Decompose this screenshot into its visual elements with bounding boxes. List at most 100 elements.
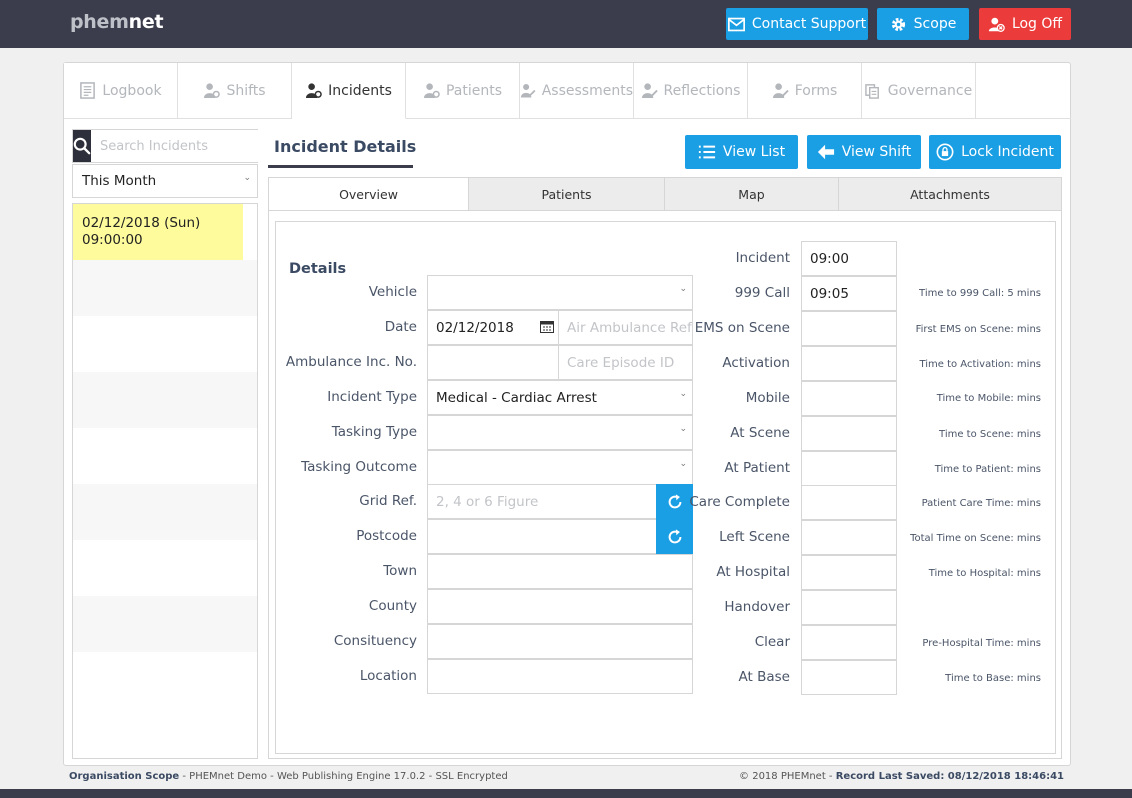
module-tabs: Logbook Shifts Incidents Patients Assess… — [64, 63, 976, 119]
duration-care-complete: Patient Care Time: mins — [921, 498, 1041, 509]
tasking-outcome-label: Tasking Outcome — [301, 459, 417, 475]
tab-governance[interactable]: Governance — [862, 63, 976, 119]
contact-support-button[interactable]: Contact Support — [726, 8, 868, 40]
date-field[interactable]: 02/12/2018 — [427, 310, 559, 345]
tab-label: Incidents — [328, 82, 392, 99]
postcode-label: Postcode — [356, 528, 417, 544]
envelope-icon — [727, 17, 745, 31]
tab-incidents[interactable]: Incidents — [292, 63, 406, 119]
tab-logbook[interactable]: Logbook — [64, 63, 178, 119]
lock-incident-button[interactable]: Lock Incident — [929, 135, 1061, 169]
view-shift-button[interactable]: View Shift — [807, 135, 921, 169]
incident-search — [72, 129, 270, 163]
duration-at-hospital: Time to Hospital: mins — [928, 568, 1041, 579]
time-input-999-call[interactable]: 09:05 — [801, 276, 897, 311]
constituency-input[interactable] — [427, 624, 693, 659]
time-label-999-call: 999 Call — [734, 285, 790, 301]
tasking-type-label: Tasking Type — [331, 424, 417, 440]
time-label-ems-on-scene: EMS on Scene — [694, 320, 790, 336]
grid-ref-input[interactable]: 2, 4 or 6 Figure — [427, 484, 657, 519]
time-input-incident[interactable]: 09:00 — [801, 241, 897, 276]
incident-list: 02/12/2018 (Sun) 09:00:00 — [72, 203, 258, 759]
location-label: Location — [359, 668, 417, 684]
tab-label: Forms — [794, 82, 838, 99]
view-list-button[interactable]: View List — [685, 135, 798, 169]
postcode-input[interactable] — [427, 519, 657, 554]
constituency-label: Consituency — [333, 633, 417, 649]
top-bar: phemnet Contact Support Scope Log Off — [0, 0, 1132, 48]
time-input-handover[interactable] — [801, 590, 897, 625]
view-list-label: View List — [722, 144, 786, 160]
list-item[interactable]: 02/12/2018 (Sun) 09:00:00 — [73, 204, 243, 260]
time-input-left-scene[interactable] — [801, 520, 897, 555]
time-input-activation[interactable] — [801, 346, 897, 381]
incident-type-select[interactable]: Medical - Cardiac Arrest ⌄ — [427, 380, 693, 415]
time-input-care-complete[interactable] — [801, 485, 897, 520]
list-item — [73, 652, 257, 708]
tasking-outcome-select[interactable]: ⌄ — [427, 450, 693, 485]
time-input-at-base[interactable] — [801, 660, 897, 695]
time-label-handover: Handover — [724, 599, 790, 615]
vehicle-select[interactable]: ⌄ — [427, 275, 693, 310]
town-input[interactable] — [427, 554, 693, 589]
duration-999-call: Time to 999 Call: 5 mins — [919, 288, 1041, 299]
time-label-at-patient: At Patient — [724, 460, 790, 476]
tab-attachments[interactable]: Attachments — [839, 178, 1061, 210]
tab-patients[interactable]: Patients — [406, 63, 520, 119]
list-item — [73, 484, 257, 540]
time-label-at-scene: At Scene — [730, 425, 790, 441]
search-input[interactable] — [91, 130, 270, 162]
search-button[interactable] — [73, 130, 91, 162]
footer-scope: Organisation Scope - PHEMnet Demo - Web … — [69, 771, 508, 782]
search-icon — [73, 137, 91, 155]
section-title: Details — [289, 261, 347, 277]
tab-label: Patients — [445, 82, 503, 99]
assessments-icon — [520, 83, 536, 98]
time-input-mobile[interactable] — [801, 381, 897, 416]
time-input-ems-on-scene[interactable] — [801, 311, 897, 346]
date-label: Date — [384, 319, 417, 335]
ambulance-inc-input[interactable] — [427, 345, 559, 380]
list-item — [73, 260, 257, 316]
county-label: County — [368, 598, 417, 614]
duration-ems-on-scene: First EMS on Scene: mins — [915, 324, 1041, 335]
grid-ref-label: Grid Ref. — [359, 493, 417, 509]
tab-label: Reflections — [663, 82, 741, 99]
time-label-at-hospital: At Hospital — [716, 564, 790, 580]
brand-logo: phemnet — [70, 11, 164, 33]
arrow-left-icon — [817, 144, 834, 160]
county-input[interactable] — [427, 589, 693, 624]
tasking-type-select[interactable]: ⌄ — [427, 415, 693, 450]
time-input-at-hospital[interactable] — [801, 555, 897, 590]
tab-overview[interactable]: Overview — [269, 178, 469, 210]
calendar-icon[interactable] — [540, 320, 554, 333]
scope-label: Scope — [913, 16, 957, 32]
tab-label: Governance — [887, 82, 973, 99]
time-input-clear[interactable] — [801, 625, 897, 660]
logbook-icon — [80, 82, 96, 99]
duration-mobile: Time to Mobile: mins — [936, 393, 1041, 404]
incident-type-value: Medical - Cardiac Arrest — [436, 389, 597, 406]
scope-button[interactable]: Scope — [877, 8, 969, 40]
period-select[interactable]: This Month ⌄ — [72, 164, 258, 198]
tab-label: Shifts — [226, 82, 266, 99]
log-off-button[interactable]: Log Off — [979, 8, 1071, 40]
time-label-at-base: At Base — [738, 669, 790, 685]
tab-shifts[interactable]: Shifts — [178, 63, 292, 119]
bottom-bar — [0, 789, 1132, 798]
location-input[interactable] — [427, 659, 693, 694]
time-label-activation: Activation — [722, 355, 790, 371]
tab-forms[interactable]: Forms — [748, 63, 862, 119]
time-input-at-scene[interactable] — [801, 416, 897, 451]
tab-reflections[interactable]: Reflections — [634, 63, 748, 119]
duration-activation: Time to Activation: mins — [919, 359, 1041, 370]
page-title: Incident Details — [274, 137, 417, 156]
tab-assessments[interactable]: Assessments — [520, 63, 634, 119]
tab-divider — [976, 118, 1071, 119]
tab-patients-detail[interactable]: Patients — [469, 178, 665, 210]
tab-label: Assessments — [541, 82, 633, 99]
list-item — [73, 596, 257, 652]
tab-map[interactable]: Map — [665, 178, 839, 210]
view-shift-label: View Shift — [841, 144, 912, 160]
time-input-at-patient[interactable] — [801, 451, 897, 486]
